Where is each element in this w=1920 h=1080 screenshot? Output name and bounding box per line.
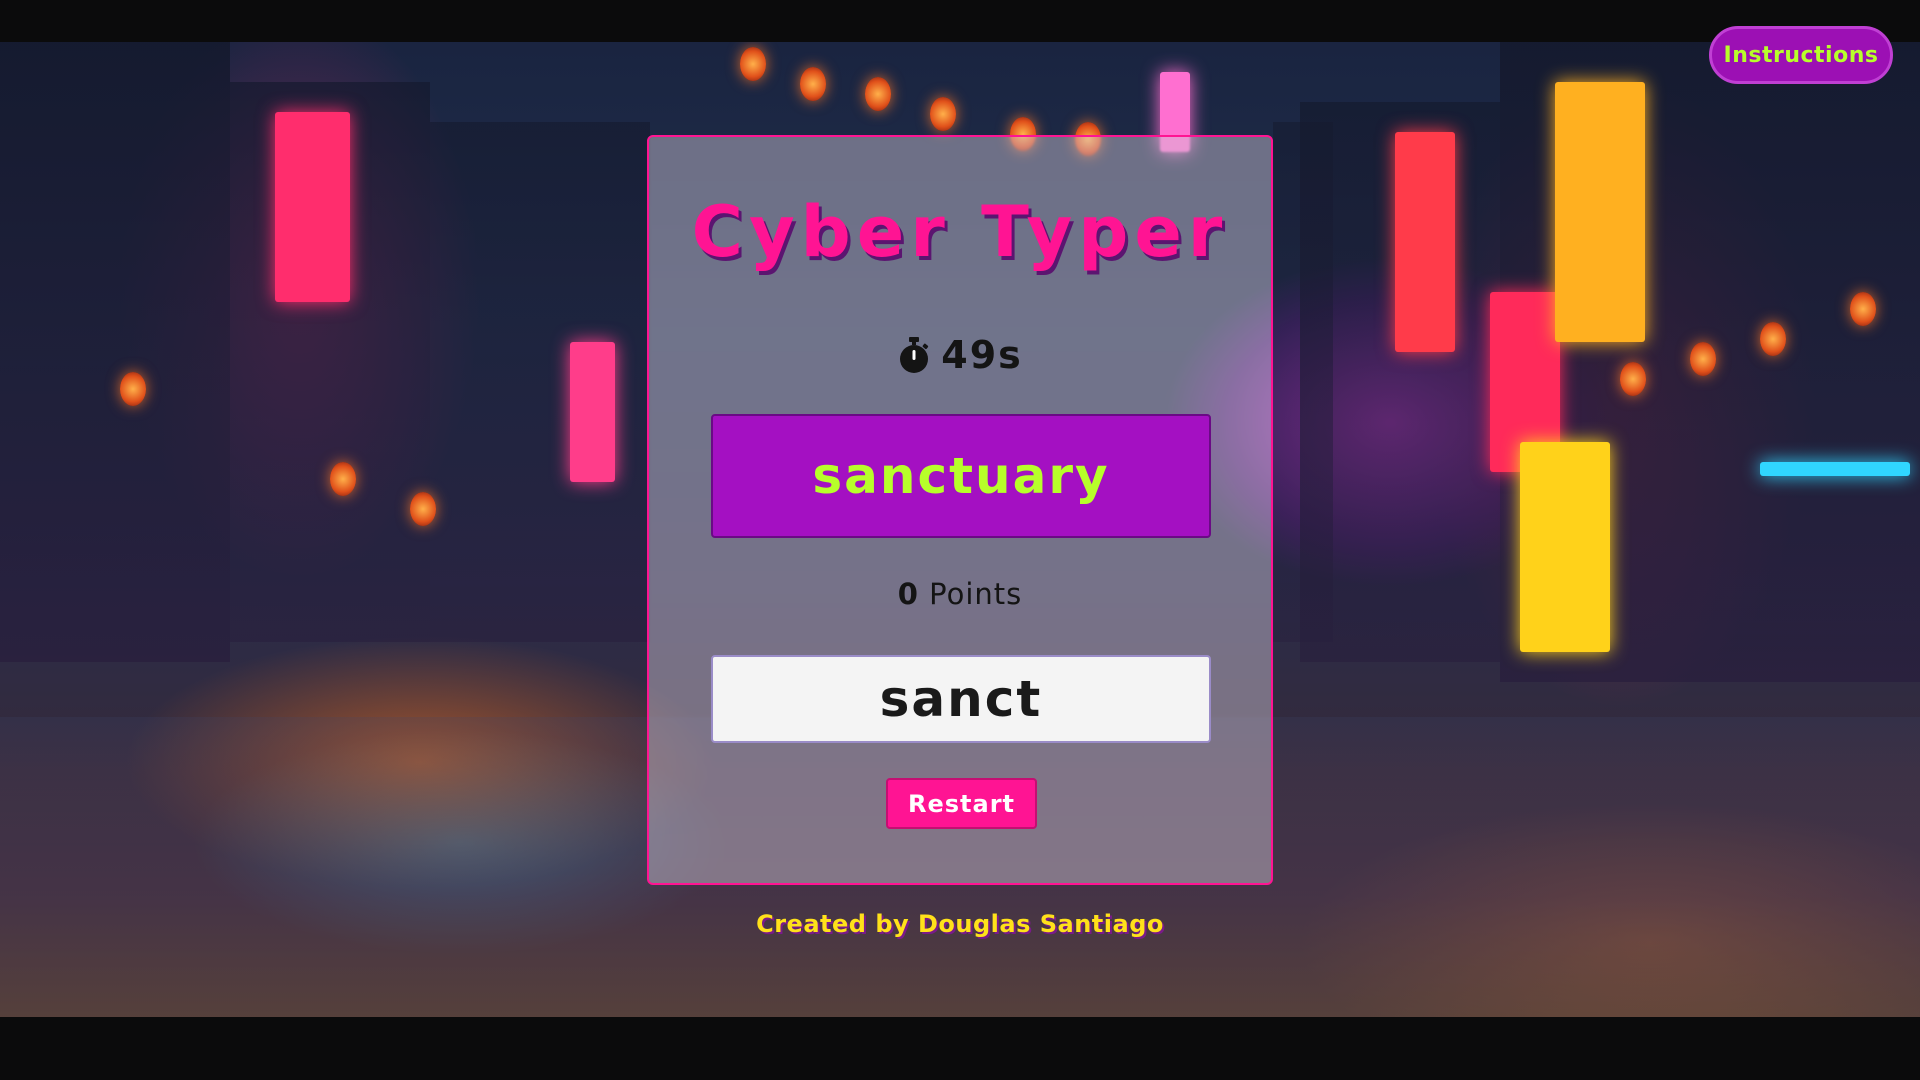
score-value: 0 (897, 577, 919, 611)
typing-input[interactable] (711, 655, 1211, 743)
game-page: Instructions Cyber Typer 49s sanctuary 0… (0, 0, 1920, 1080)
timer: 49s (649, 333, 1271, 377)
timer-value: 49s (941, 333, 1023, 377)
game-title: Cyber Typer (691, 191, 1229, 273)
target-word: sanctuary (711, 414, 1211, 538)
score-label: Points (929, 577, 1023, 611)
instructions-button[interactable]: Instructions (1709, 26, 1893, 84)
game-card: Cyber Typer 49s sanctuary 0 Points Resta… (647, 135, 1273, 885)
stopwatch-icon (897, 336, 931, 374)
author-credit: Created by Douglas Santiago (756, 910, 1164, 938)
restart-button[interactable]: Restart (886, 778, 1037, 829)
score: 0 Points (649, 577, 1271, 611)
